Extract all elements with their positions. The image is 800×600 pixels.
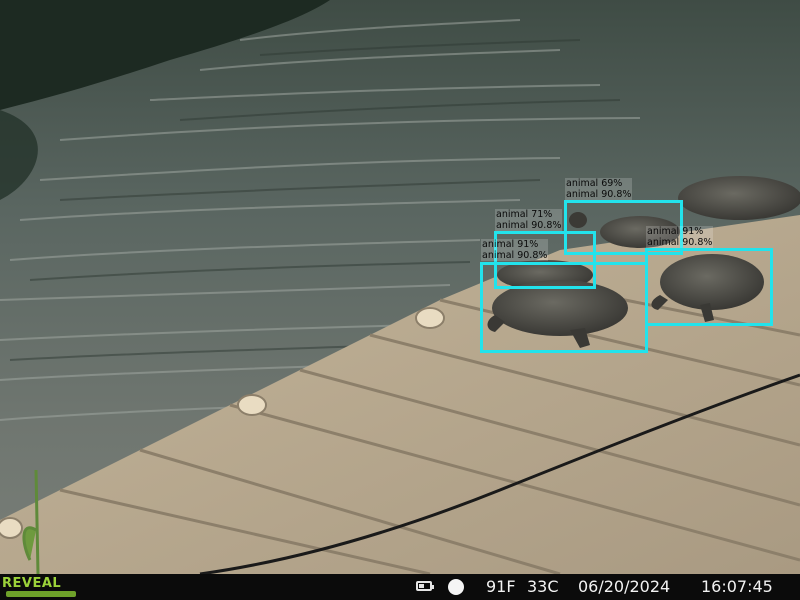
temperature-celsius: 33C: [527, 577, 559, 596]
camera-info-bar: REVEAL 91F 33C 06/20/2024 16:07:45: [0, 574, 800, 600]
detection-label-3: animal 91% animal 90.8%: [481, 239, 549, 261]
brand-logo-text: REVEAL: [2, 576, 62, 591]
battery-icon: [416, 581, 434, 591]
full-moon-icon: [448, 579, 464, 595]
detection-label-2: animal 71% animal 90.8%: [495, 209, 563, 231]
trail-camera-photo: animal 69% animal 90.8% animal 71% animal …: [0, 0, 800, 600]
capture-date: 06/20/2024: [578, 577, 671, 596]
temperature-fahrenheit: 91F: [486, 577, 516, 596]
detection-1-label: animal 69%: [566, 178, 623, 189]
detection-2-sublabel: animal 90.8%: [496, 220, 562, 231]
detection-4-sublabel: animal 90.8%: [647, 237, 713, 248]
detection-4-label: animal 91%: [647, 226, 704, 237]
turtle-far-right: [678, 176, 800, 220]
detection-label-1: animal 69% animal 90.8%: [565, 178, 633, 200]
detection-1-sublabel: animal 90.8%: [566, 189, 632, 200]
detection-box-3[interactable]: [480, 262, 648, 353]
brand-logo: REVEAL: [2, 576, 82, 598]
detection-2-label: animal 71%: [496, 209, 553, 220]
capture-time: 16:07:45: [701, 577, 773, 596]
detection-box-4[interactable]: [645, 248, 773, 326]
detection-label-4: animal 91% animal 90.8%: [646, 226, 714, 248]
detection-3-sublabel: animal 90.8%: [482, 250, 548, 261]
detection-3-label: animal 91%: [482, 239, 539, 250]
